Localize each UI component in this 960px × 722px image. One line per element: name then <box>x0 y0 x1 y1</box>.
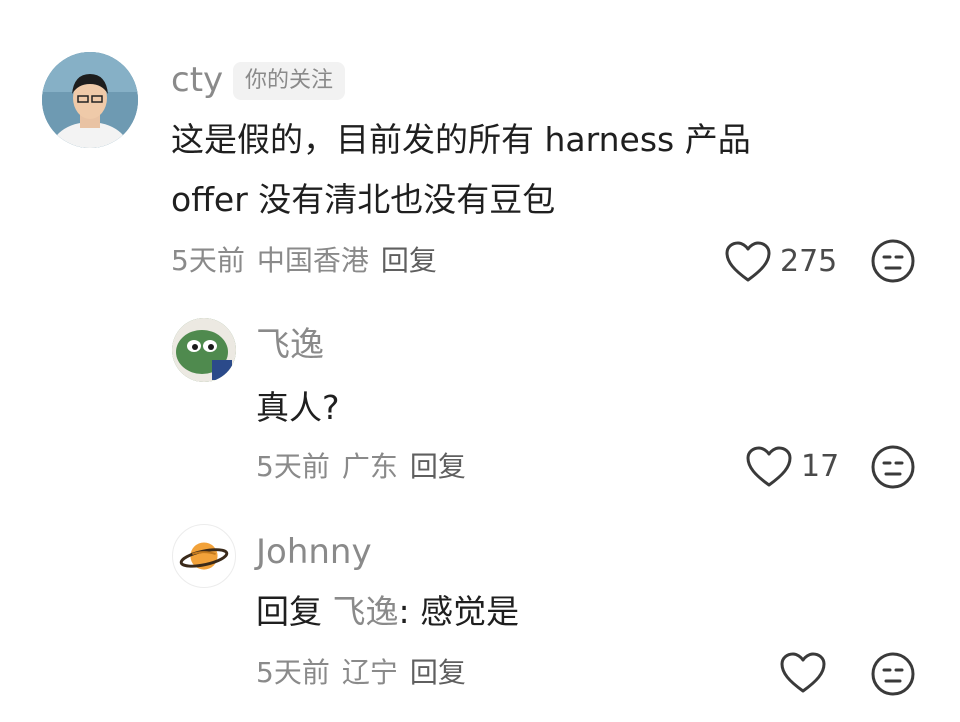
comment-location: 广东 <box>341 450 398 483</box>
follow-badge: 你的关注 <box>233 62 346 100</box>
comment-time: 5天前 <box>256 656 330 689</box>
avatar-image <box>42 52 138 148</box>
avatar[interactable] <box>172 524 236 588</box>
planet-icon <box>179 542 229 570</box>
dislike-button[interactable] <box>870 444 916 490</box>
like-button[interactable] <box>779 651 835 695</box>
reply-text: 感觉是 <box>420 592 520 631</box>
comment-meta: 5天前 广东 回复 <box>256 449 478 485</box>
like-count: 17 <box>801 449 840 484</box>
heart-outline-icon <box>746 446 792 487</box>
meh-face-icon <box>871 445 915 489</box>
heart-outline-icon <box>725 241 771 282</box>
comment-meta: 5天前 中国香港 回复 <box>171 243 449 279</box>
avatar[interactable] <box>42 52 138 148</box>
like-button[interactable]: 275 <box>724 240 837 284</box>
comment-text: 真人? <box>256 388 340 427</box>
reply-target-username[interactable]: 飞逸 <box>333 592 399 631</box>
dislike-button[interactable] <box>870 238 916 284</box>
comment-location: 中国香港 <box>256 244 369 277</box>
reply-button[interactable]: 回复 <box>410 656 466 689</box>
comment-time: 5天前 <box>256 450 330 483</box>
comment-text-line-2: offer 没有清北也没有豆包 <box>171 180 556 219</box>
meh-face-icon <box>871 652 915 696</box>
comment-meta: 5天前 辽宁 回复 <box>256 655 478 691</box>
reply-button[interactable]: 回复 <box>381 244 437 277</box>
comment-text: 回复 飞逸: 感觉是 <box>256 588 519 636</box>
username[interactable]: Johnny <box>256 532 372 572</box>
like-count: 275 <box>780 244 838 279</box>
reply-button[interactable]: 回复 <box>410 450 466 483</box>
like-button[interactable]: 17 <box>745 445 839 489</box>
reply-separator: : <box>398 592 410 631</box>
avatar-image <box>172 318 236 382</box>
avatar[interactable] <box>172 318 236 382</box>
comment-time: 5天前 <box>171 244 245 277</box>
username[interactable]: cty <box>171 60 223 100</box>
comment-text-line-1: 这是假的，目前发的所有 harness 产品 <box>171 120 751 159</box>
dislike-button[interactable] <box>870 651 916 697</box>
reply-prefix: 回复 <box>256 592 322 631</box>
comment-location: 辽宁 <box>341 656 398 689</box>
heart-outline-icon <box>780 652 826 693</box>
username[interactable]: 飞逸 <box>256 325 324 365</box>
meh-face-icon <box>871 239 915 283</box>
